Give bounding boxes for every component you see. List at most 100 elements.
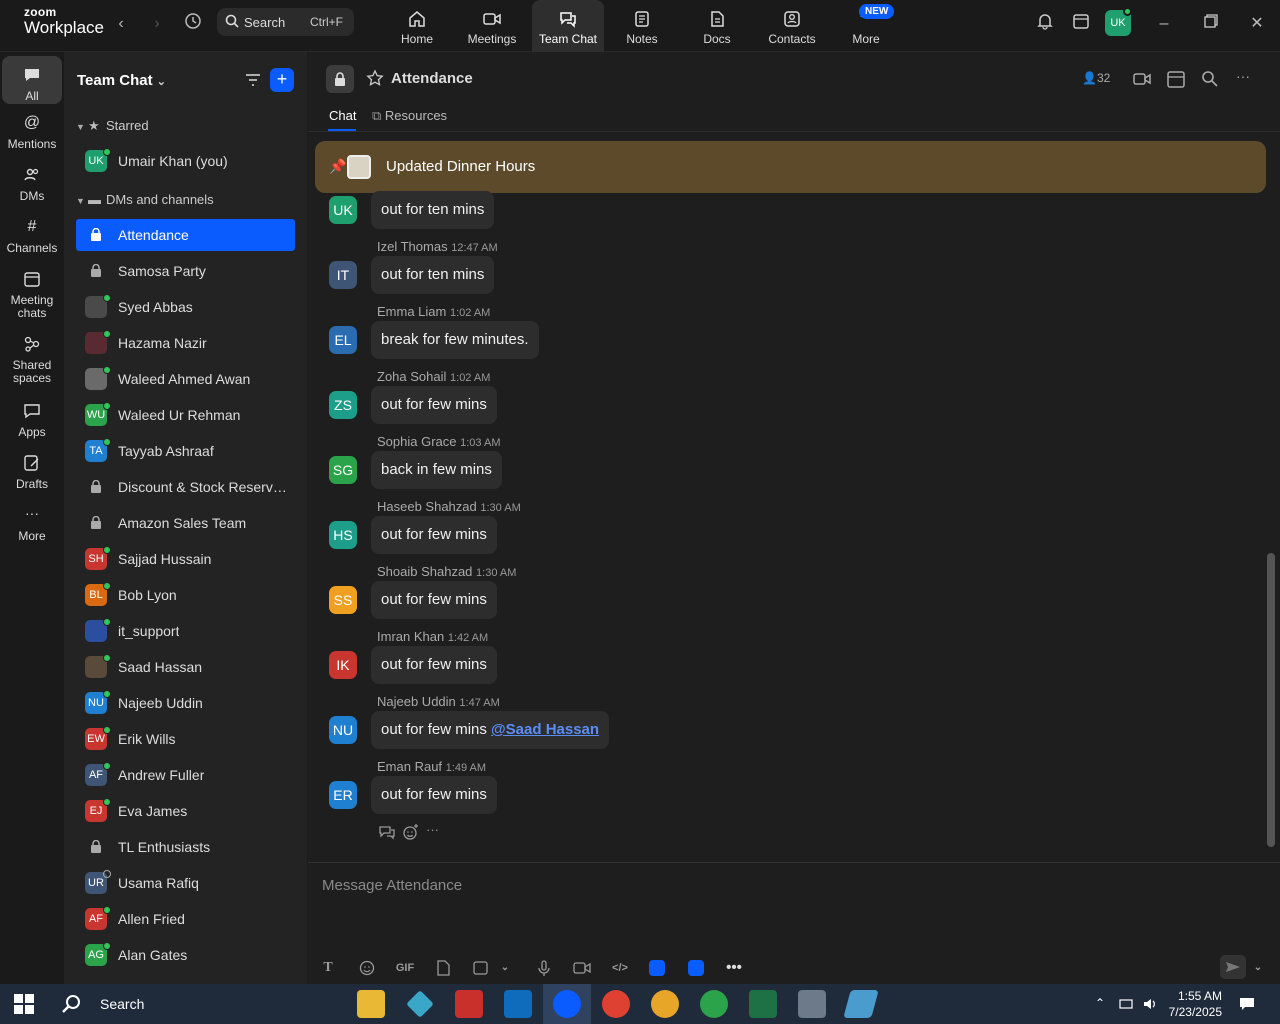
history-icon[interactable]	[181, 12, 205, 36]
notifications-icon[interactable]	[1239, 996, 1255, 1012]
starred-section-header[interactable]: ▼ ★ Starred	[76, 118, 149, 134]
message-bubble[interactable]: back in few mins	[371, 451, 502, 489]
sidebar-item[interactable]: AF Andrew Fuller	[76, 759, 295, 791]
rail-apps[interactable]: Apps	[2, 402, 62, 439]
close-icon[interactable]: ✕	[1245, 12, 1269, 36]
message-bubble[interactable]: out for few mins	[371, 646, 497, 684]
sidebar-item[interactable]: Syed Abbas	[76, 291, 295, 323]
app-launcher-icon[interactable]	[406, 990, 434, 1018]
zoom-app-icon[interactable]	[688, 960, 704, 976]
sidebar-item-starred[interactable]: UK Umair Khan (you)	[76, 145, 295, 177]
sender-name[interactable]: Imran Khan	[377, 629, 444, 644]
file-attach-icon[interactable]	[433, 959, 453, 977]
rail-more[interactable]: ··· More	[2, 506, 62, 543]
more-actions-icon[interactable]: ···	[426, 823, 444, 841]
sidebar-item[interactable]: Samosa Party	[76, 255, 295, 287]
avatar[interactable]: IT	[329, 261, 357, 289]
back-arrow-icon[interactable]: ‹	[109, 12, 133, 36]
screenshot-icon[interactable]	[471, 959, 491, 977]
forward-arrow-icon[interactable]: ›	[145, 12, 169, 36]
sidebar-item[interactable]: AF Allen Fried	[76, 903, 295, 935]
sender-name[interactable]: Haseeb Shahzad	[377, 499, 477, 514]
sidebar-item[interactable]: SH Sajjad Hussain	[76, 543, 295, 575]
network-icon[interactable]	[1118, 996, 1134, 1012]
sender-name[interactable]: Emma Liam	[377, 304, 446, 319]
chrome-icon[interactable]	[602, 990, 630, 1018]
dms-section-header[interactable]: ▼ ▬ DMs and channels	[76, 192, 214, 207]
add-reaction-icon[interactable]	[402, 823, 420, 841]
avatar[interactable]: UK	[329, 196, 357, 224]
rail-dms[interactable]: DMs	[2, 166, 62, 203]
filter-icon[interactable]	[244, 71, 262, 89]
message-bubble[interactable]: out for few mins	[371, 516, 497, 554]
restore-icon[interactable]	[1199, 12, 1223, 36]
rail-channels[interactable]: # Channels	[2, 218, 62, 255]
chrome-profile-icon[interactable]	[651, 990, 679, 1018]
mention-link[interactable]: @Saad Hassan	[491, 721, 599, 738]
format-text-icon[interactable]: T	[318, 959, 338, 977]
sidebar-title[interactable]: Team Chat ⌄	[77, 72, 166, 89]
nav-docs[interactable]: Docs	[681, 0, 753, 52]
avatar[interactable]: SG	[329, 456, 357, 484]
sender-name[interactable]: Eman Rauf	[377, 759, 442, 774]
gif-icon[interactable]: GIF	[395, 959, 415, 977]
sidebar-item[interactable]: Attendance	[76, 219, 295, 251]
microphone-icon[interactable]	[534, 959, 554, 977]
avatar[interactable]: EL	[329, 326, 357, 354]
bell-icon[interactable]	[1033, 12, 1057, 36]
sidebar-item[interactable]: Discount & Stock Reservati...	[76, 471, 295, 503]
sidebar-item[interactable]: UR Usama Rafiq	[76, 867, 295, 899]
nav-meetings[interactable]: Meetings	[456, 0, 528, 52]
avatar[interactable]: SS	[329, 586, 357, 614]
message-bubble[interactable]: out for few mins	[371, 386, 497, 424]
file-explorer-icon[interactable]	[357, 990, 385, 1018]
avatar[interactable]: ER	[329, 781, 357, 809]
search-icon[interactable]	[1200, 69, 1220, 89]
sidebar-item[interactable]: Hazama Nazir	[76, 327, 295, 359]
avatar[interactable]: ZS	[329, 391, 357, 419]
avatar[interactable]: IK	[329, 651, 357, 679]
message-bubble[interactable]: break for few minutes.	[371, 321, 539, 359]
taskbar-clock[interactable]: 1:55 AM 7/23/2025	[1166, 988, 1222, 1020]
sidebar-item[interactable]: Saad Hassan	[76, 651, 295, 683]
nav-team-chat[interactable]: Team Chat	[532, 0, 604, 52]
reply-thread-icon[interactable]	[378, 823, 396, 841]
message-bubble[interactable]: out for few mins	[371, 776, 497, 814]
more-options-icon[interactable]: •••	[724, 959, 744, 977]
star-outline-icon[interactable]	[366, 69, 384, 87]
sender-name[interactable]: Izel Thomas	[377, 239, 448, 254]
avatar[interactable]: NU	[329, 716, 357, 744]
sender-name[interactable]: Zoha Sohail	[377, 369, 446, 384]
rail-shared-spaces[interactable]: Shared spaces	[2, 335, 62, 385]
app-icon[interactable]	[649, 960, 665, 976]
sidebar-item[interactable]: WU Waleed Ur Rehman	[76, 399, 295, 431]
video-message-icon[interactable]	[572, 959, 592, 977]
message-bubble[interactable]: out for ten mins	[371, 256, 495, 294]
taskbar-search-label[interactable]: Search	[100, 996, 144, 1012]
emoji-icon[interactable]	[357, 959, 377, 977]
message-bubble[interactable]: out for few mins @Saad Hassan	[371, 711, 610, 749]
sidebar-item[interactable]: TA Tayyab Ashraaf	[76, 435, 295, 467]
chevron-down-icon[interactable]: ⌄	[1248, 959, 1268, 977]
excel-icon[interactable]	[749, 990, 777, 1018]
volume-icon[interactable]	[1142, 996, 1158, 1012]
message-bubble[interactable]: out for ten mins	[371, 191, 495, 229]
avatar[interactable]: HS	[329, 521, 357, 549]
member-count[interactable]: 👤32	[1082, 71, 1110, 85]
sender-name[interactable]: Sophia Grace	[377, 434, 457, 449]
send-button[interactable]	[1220, 955, 1246, 979]
chrome-profile-2-icon[interactable]	[700, 990, 728, 1018]
calculator-icon[interactable]	[798, 990, 826, 1018]
rail-all[interactable]: All	[2, 56, 62, 104]
tab-chat[interactable]: Chat	[329, 108, 356, 123]
message-bubble[interactable]: out for few mins	[371, 581, 497, 619]
message-input[interactable]	[322, 873, 1222, 897]
filezilla-icon[interactable]	[455, 990, 483, 1018]
sidebar-item[interactable]: NU Najeeb Uddin	[76, 687, 295, 719]
minimize-icon[interactable]: –	[1152, 12, 1176, 36]
sidebar-item[interactable]: EW Erik Wills	[76, 723, 295, 755]
taskbar-search-icon[interactable]	[61, 993, 83, 1015]
calendar-icon[interactable]	[1166, 69, 1186, 89]
sender-name[interactable]: Najeeb Uddin	[377, 694, 456, 709]
more-options-icon[interactable]: ···	[1236, 69, 1256, 89]
